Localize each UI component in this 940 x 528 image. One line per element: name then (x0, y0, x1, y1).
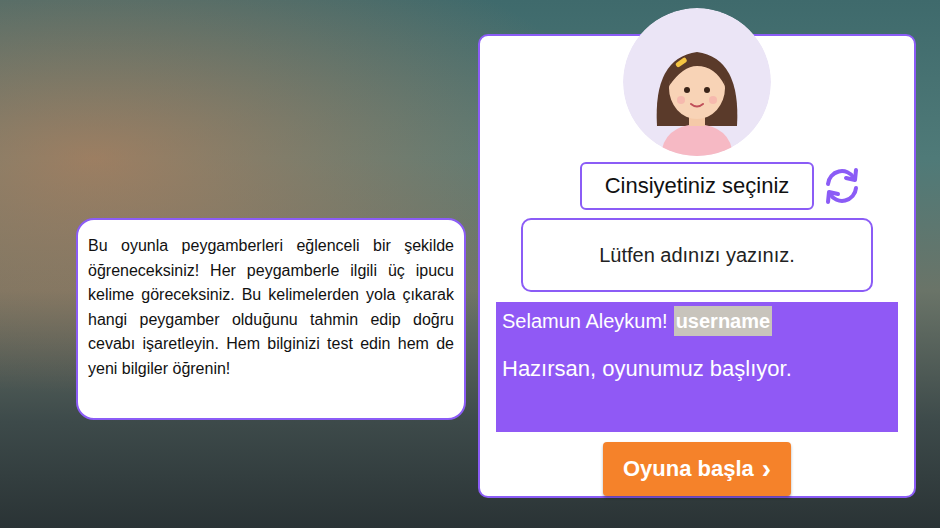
salutation-line: Selamun Aleykum!username (502, 306, 892, 336)
layout: Bu oyunla peygamberleri eğlenceli bir şe… (0, 0, 940, 498)
ready-message: Hazırsan, oyunumuz başlıyor. (502, 356, 892, 382)
login-panel: Cinsiyetiniz seçiniz Selamun Aleykum!user… (478, 34, 916, 498)
start-button[interactable]: Oyuna başla › (603, 442, 791, 496)
avatar (623, 8, 771, 156)
salutation: Selamun Aleykum! (502, 306, 668, 336)
chevron-icon: › (762, 455, 771, 483)
refresh-icon[interactable] (820, 164, 864, 208)
intro-card: Bu oyunla peygamberleri eğlenceli bir şe… (76, 218, 466, 420)
gender-button[interactable]: Cinsiyetiniz seçiniz (580, 162, 814, 210)
gender-row: Cinsiyetiniz seçiniz (580, 162, 864, 210)
name-input[interactable] (521, 218, 873, 292)
intro-text: Bu oyunla peygamberleri eğlenceli bir şe… (88, 234, 454, 381)
username: username (674, 306, 773, 336)
greeting-box: Selamun Aleykum!username Hazırsan, oyunum… (496, 302, 898, 432)
start-label: Oyuna başla (623, 456, 754, 482)
screen: Bu oyunla peygamberleri eğlenceli bir şe… (0, 0, 940, 528)
girl-avatar-icon (623, 8, 771, 156)
